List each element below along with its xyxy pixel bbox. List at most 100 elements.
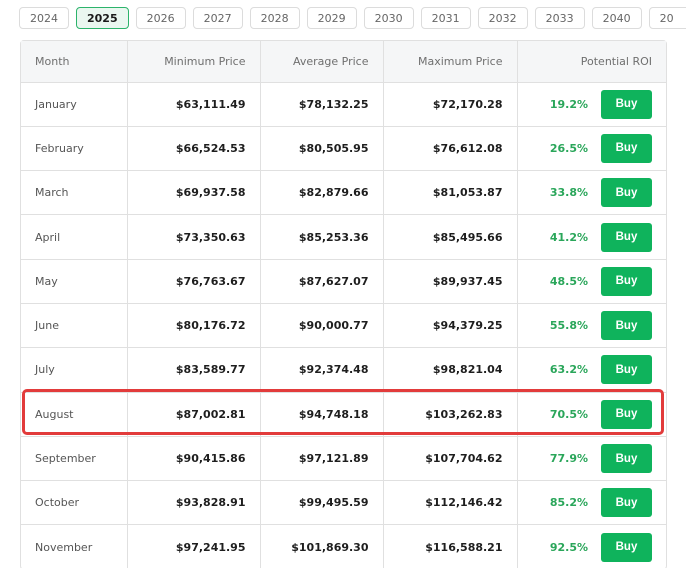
cell-month: January: [21, 82, 128, 127]
table-row-april: April $73,350.63 $85,253.36 $85,495.66 41.2%…: [21, 214, 666, 260]
buy-button[interactable]: Buy: [601, 178, 652, 208]
roi-wrapper: 33.8% Buy: [526, 178, 652, 208]
header-avg-price: Average Price: [260, 41, 384, 83]
cell-month: July: [21, 347, 128, 393]
cell-max-price: $112,146.42: [383, 480, 518, 526]
table-row-march: March $69,937.58 $82,879.66 $81,053.87 33.8%…: [21, 170, 666, 216]
cell-roi: 19.2% Buy: [517, 82, 666, 127]
cell-month: April: [21, 214, 128, 260]
buy-button[interactable]: Buy: [601, 311, 652, 341]
buy-button[interactable]: Buy: [601, 133, 652, 163]
cell-roi: 41.2% Buy: [517, 214, 666, 260]
cell-min-price: $93,828.91: [127, 480, 261, 526]
table-row-october: October $93,828.91 $99,495.59 $112,146.42 85…: [21, 480, 666, 526]
cell-roi: 33.8% Buy: [517, 170, 666, 216]
year-tabs: 2024 2025 2026 2027 2028 2029 2030 2031 2032 2033…: [19, 7, 686, 29]
header-month: Month: [21, 41, 128, 83]
cell-roi: 77.9% Buy: [517, 436, 666, 482]
year-tab-2031[interactable]: 2031: [420, 7, 471, 29]
year-tab-2040[interactable]: 2040: [591, 7, 642, 29]
roi-value: 55.8%: [549, 319, 588, 333]
buy-button[interactable]: Buy: [601, 89, 652, 119]
cell-roi: 85.2% Buy: [517, 480, 666, 526]
cell-min-price: $80,176.72: [127, 303, 261, 349]
roi-value: 70.5%: [549, 407, 588, 421]
roi-wrapper: 48.5% Buy: [526, 266, 652, 296]
cell-avg-price: $99,495.59: [260, 480, 384, 526]
cell-month: October: [21, 480, 128, 526]
year-tab-2032[interactable]: 2032: [477, 7, 528, 29]
table-row-june: June $80,176.72 $90,000.77 $94,379.25 55.8% B…: [21, 303, 666, 349]
cell-month: March: [21, 170, 128, 216]
roi-value: 92.5%: [549, 540, 588, 554]
header-max-price: Maximum Price: [383, 41, 518, 83]
roi-value: 33.8%: [549, 186, 588, 200]
roi-value: 48.5%: [549, 274, 588, 288]
cell-max-price: $81,053.87: [383, 170, 518, 216]
cell-max-price: $76,612.08: [383, 126, 518, 172]
year-tab-2025[interactable]: 2025: [76, 7, 129, 29]
cell-month: February: [21, 126, 128, 172]
roi-wrapper: 77.9% Buy: [526, 444, 652, 474]
cell-min-price: $69,937.58: [127, 170, 261, 216]
cell-avg-price: $78,132.25: [260, 82, 384, 127]
table-row-august: August $87,002.81 $94,748.18 $103,262.83 70.…: [21, 392, 666, 437]
cell-roi: 26.5% Buy: [517, 126, 666, 172]
cell-avg-price: $94,748.18: [260, 392, 384, 437]
table-row-january: January $63,111.49 $78,132.25 $72,170.28 19.…: [21, 82, 666, 127]
cell-avg-price: $80,505.95: [260, 126, 384, 172]
cell-roi: 55.8% Buy: [517, 303, 666, 349]
roi-wrapper: 70.5% Buy: [526, 399, 652, 429]
cell-min-price: $87,002.81: [127, 392, 261, 437]
buy-button[interactable]: Buy: [601, 222, 652, 252]
roi-wrapper: 85.2% Buy: [526, 488, 652, 518]
cell-month: November: [21, 524, 128, 568]
roi-value: 19.2%: [549, 97, 588, 111]
cell-avg-price: $85,253.36: [260, 214, 384, 260]
cell-roi: 92.5% Buy: [517, 525, 666, 568]
price-prediction-table: Month Minimum Price Average Price Maximu…: [20, 40, 667, 568]
cell-avg-price: $92,374.48: [260, 347, 384, 393]
roi-value: 85.2%: [549, 496, 588, 510]
roi-wrapper: 63.2% Buy: [526, 355, 652, 385]
table-row-july: July $83,589.77 $92,374.48 $98,821.04 63.2% B…: [21, 347, 666, 393]
header-potential-roi: Potential ROI: [517, 41, 666, 83]
year-tab-2024[interactable]: 2024: [19, 7, 69, 29]
table-row-february: February $66,524.53 $80,505.95 $76,612.08 26…: [21, 126, 666, 172]
year-tab-2026[interactable]: 2026: [135, 7, 186, 29]
roi-value: 26.5%: [549, 141, 588, 155]
buy-button[interactable]: Buy: [601, 532, 652, 562]
cell-month: September: [21, 436, 128, 482]
buy-button[interactable]: Buy: [601, 355, 652, 385]
roi-value: 63.2%: [549, 363, 588, 377]
year-tab-2033[interactable]: 2033: [534, 7, 585, 29]
roi-value: 77.9%: [549, 452, 588, 466]
year-tab-20[interactable]: 20: [648, 7, 686, 29]
cell-max-price: $89,937.45: [383, 259, 518, 304]
cell-avg-price: $101,869.30: [260, 524, 384, 568]
cell-roi: 63.2% Buy: [517, 347, 666, 393]
cell-max-price: $85,495.66: [383, 214, 518, 260]
cell-avg-price: $82,879.66: [260, 170, 384, 216]
buy-button[interactable]: Buy: [601, 488, 652, 518]
buy-button[interactable]: Buy: [601, 444, 652, 474]
cell-avg-price: $97,121.89: [260, 436, 384, 482]
table-row-may: May $76,763.67 $87,627.07 $89,937.45 48.5% Bu…: [21, 259, 666, 304]
year-tab-2027[interactable]: 2027: [192, 7, 243, 29]
table-row-november: November $97,241.95 $101,869.30 $116,588.21…: [21, 524, 666, 568]
cell-month: August: [21, 392, 128, 437]
cell-min-price: $73,350.63: [127, 214, 261, 260]
cell-max-price: $72,170.28: [383, 82, 518, 127]
year-tab-2030[interactable]: 2030: [363, 7, 414, 29]
roi-value: 41.2%: [549, 230, 588, 244]
cell-max-price: $103,262.83: [383, 392, 518, 437]
cell-avg-price: $87,627.07: [260, 259, 384, 304]
year-tab-2028[interactable]: 2028: [249, 7, 300, 29]
cell-avg-price: $90,000.77: [260, 303, 384, 349]
cell-min-price: $66,524.53: [127, 126, 261, 172]
year-tab-2029[interactable]: 2029: [306, 7, 357, 29]
cell-min-price: $83,589.77: [127, 347, 261, 393]
buy-button[interactable]: Buy: [601, 399, 652, 429]
cell-max-price: $98,821.04: [383, 347, 518, 393]
buy-button[interactable]: Buy: [601, 266, 652, 296]
